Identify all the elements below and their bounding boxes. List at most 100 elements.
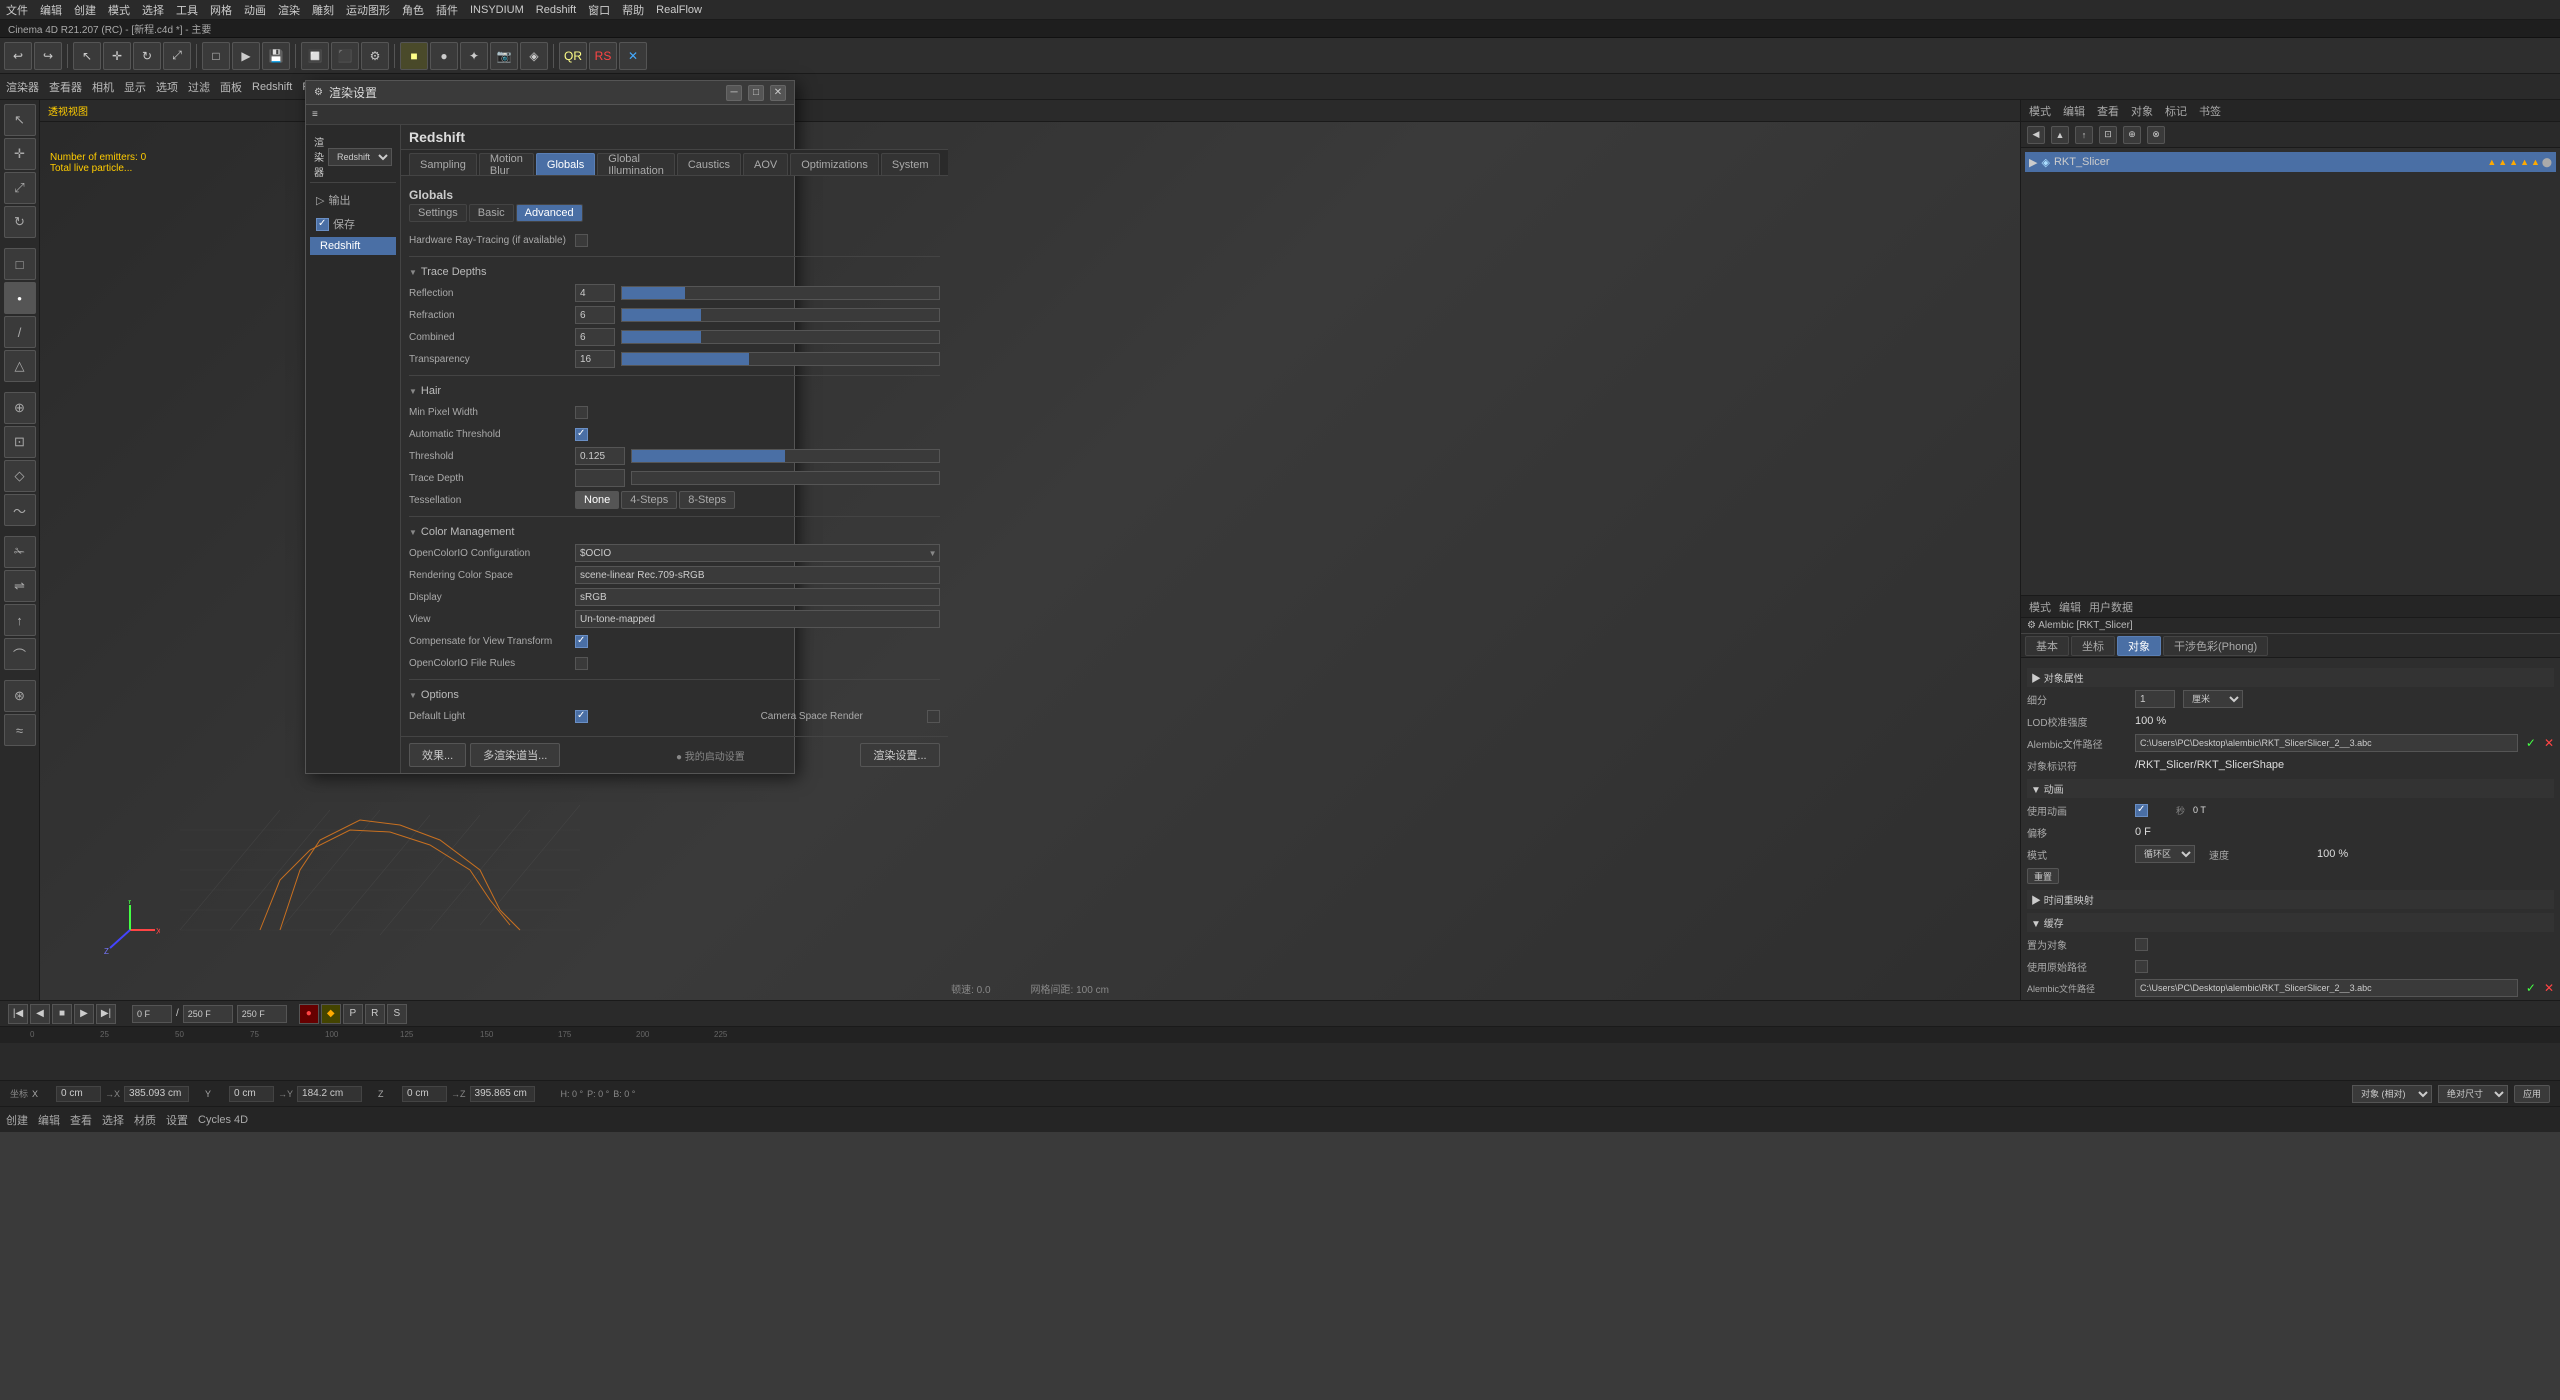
select-btn[interactable]: ↖	[73, 42, 101, 70]
transparency-input[interactable]	[575, 350, 615, 368]
obj-tab-basic[interactable]: 基本	[2025, 636, 2069, 656]
menu-mesh[interactable]: 网格	[210, 2, 232, 18]
refraction-input[interactable]	[575, 306, 615, 324]
prop-subdiv-unit[interactable]: 厘米	[2183, 690, 2243, 708]
pos-key-btn[interactable]: P	[343, 1004, 363, 1024]
reflection-input[interactable]	[575, 284, 615, 302]
render-region-btn[interactable]: ⬛	[331, 42, 359, 70]
coord-mode-select[interactable]: 对象 (相对)	[2352, 1085, 2432, 1103]
scale-key-btn[interactable]: S	[387, 1004, 407, 1024]
sidebar-rect-select[interactable]: ⊡	[4, 426, 36, 458]
comp-view-checkbox[interactable]	[575, 635, 588, 648]
light-btn[interactable]: ✦	[460, 42, 488, 70]
bottom-tab-cycles[interactable]: Cycles 4D	[198, 1114, 248, 1126]
coord-x-abs[interactable]	[124, 1086, 189, 1102]
prop-abc-input[interactable]	[2135, 734, 2518, 752]
camera-btn[interactable]: 📷	[490, 42, 518, 70]
scale-btn[interactable]: ⤢	[163, 42, 191, 70]
prop-as-obj-checkbox[interactable]	[2135, 938, 2148, 951]
obj-section-animation[interactable]: ▼ 动画	[2027, 779, 2554, 798]
sec-renderer[interactable]: 渲染器	[6, 79, 39, 95]
prop-mode-select[interactable]: 循环区	[2135, 845, 2195, 863]
start-frame-input[interactable]	[132, 1005, 172, 1023]
render-btn[interactable]: 🔲	[301, 42, 329, 70]
prop-abc-confirm-icon[interactable]: ✓	[2526, 736, 2536, 750]
rot-key-btn[interactable]: R	[365, 1004, 385, 1024]
prop-reset-btn[interactable]: 重置	[2027, 868, 2059, 884]
sidebar-live-select[interactable]: ⊕	[4, 392, 36, 424]
menu-mode[interactable]: 模式	[108, 2, 130, 18]
obj-tab-object[interactable]: 对象	[2117, 636, 2161, 656]
hw-rt-checkbox[interactable]	[575, 234, 588, 247]
tess-none-btn[interactable]: None	[575, 491, 619, 509]
dlg-tab-aov[interactable]: AOV	[743, 153, 788, 175]
thresh-slider[interactable]	[631, 449, 940, 463]
coord-y-val[interactable]	[229, 1086, 274, 1102]
scene-item-rkt-slicer[interactable]: ▶ ◈ RKT_Slicer ▲ ▲ ▲ ▲ ▲ ⬤	[2025, 152, 2556, 172]
dialog-minimize-btn[interactable]: ─	[726, 85, 742, 101]
bottom-tab-select[interactable]: 选择	[102, 1112, 124, 1128]
menu-window[interactable]: 窗口	[588, 2, 610, 18]
sidebar-obj-mode[interactable]: □	[4, 248, 36, 280]
renderer-select[interactable]: Redshift	[328, 148, 392, 166]
menu-realflow[interactable]: RealFlow	[656, 4, 702, 16]
transparency-slider[interactable]	[621, 352, 940, 366]
open-btn[interactable]: ▶	[232, 42, 260, 70]
sidebar-magnet[interactable]: ⊛	[4, 680, 36, 712]
menu-render[interactable]: 渲染	[278, 2, 300, 18]
subtab-advanced[interactable]: Advanced	[516, 204, 583, 222]
dlg-sidebar-save[interactable]: 保存	[310, 213, 396, 235]
menu-create[interactable]: 创建	[74, 2, 96, 18]
prev-frame-btn[interactable]: |◀	[8, 1004, 28, 1024]
play-fwd-btn[interactable]: ▶	[74, 1004, 94, 1024]
obj-tab-coords[interactable]: 坐标	[2071, 636, 2115, 656]
rs-btn[interactable]: RS	[589, 42, 617, 70]
material-btn[interactable]: ◈	[520, 42, 548, 70]
render-settings-btn[interactable]: 渲染设置...	[860, 743, 939, 767]
sec-viewer[interactable]: 查看器	[49, 79, 82, 95]
sidebar-rotate[interactable]: ↻	[4, 206, 36, 238]
coord-y-abs[interactable]	[297, 1086, 362, 1102]
undo-btn[interactable]: ↩	[4, 42, 32, 70]
dlg-tab-sampling[interactable]: Sampling	[409, 153, 477, 175]
stop-btn[interactable]: ■	[52, 1004, 72, 1024]
coord-x-val[interactable]	[56, 1086, 101, 1102]
sidebar-bridge[interactable]: ⇌	[4, 570, 36, 602]
prop-abc-cancel-icon[interactable]: ✕	[2544, 736, 2554, 750]
sidebar-bevel[interactable]: ⌒	[4, 638, 36, 670]
effects-btn[interactable]: 效果...	[409, 743, 466, 767]
prop-use-anim-checkbox[interactable]	[2135, 804, 2148, 817]
scene-nav4[interactable]: ⊗	[2147, 126, 2165, 144]
thresh-input[interactable]	[575, 447, 625, 465]
new-scene-btn[interactable]: □	[202, 42, 230, 70]
tess-4steps-btn[interactable]: 4-Steps	[621, 491, 677, 509]
current-frame-input[interactable]	[237, 1005, 287, 1023]
menu-character[interactable]: 角色	[402, 2, 424, 18]
sec-filter[interactable]: 过滤	[188, 79, 210, 95]
ocio-rules-checkbox[interactable]	[575, 657, 588, 670]
bottom-tab-material[interactable]: 材质	[134, 1112, 156, 1128]
move-btn[interactable]: ✛	[103, 42, 131, 70]
prop-abc2-confirm-icon[interactable]: ✓	[2526, 981, 2536, 995]
menu-file[interactable]: 文件	[6, 2, 28, 18]
sidebar-pointer[interactable]: ↖	[4, 104, 36, 136]
sec-redshift[interactable]: Redshift	[252, 81, 292, 93]
prop-abc2-input[interactable]	[2135, 979, 2518, 997]
menu-redshift[interactable]: Redshift	[536, 4, 576, 16]
scene-nav3[interactable]: ⊕	[2123, 126, 2141, 144]
coords-apply-btn[interactable]: 应用	[2514, 1085, 2550, 1103]
scene-back-btn[interactable]: ◀	[2027, 126, 2045, 144]
trace-depths-header[interactable]: Trace Depths	[409, 263, 940, 281]
dlg-tab-caustics[interactable]: Caustics	[677, 153, 741, 175]
display-value[interactable]: sRGB	[575, 588, 940, 606]
view-value[interactable]: Un-tone-mapped	[575, 610, 940, 628]
dlg-tab-optimizations[interactable]: Optimizations	[790, 153, 879, 175]
bottom-tab-create[interactable]: 创建	[6, 1112, 28, 1128]
sidebar-edge-mode[interactable]: /	[4, 316, 36, 348]
bottom-tab-view[interactable]: 查看	[70, 1112, 92, 1128]
redo-btn[interactable]: ↪	[34, 42, 62, 70]
options-header[interactable]: Options	[409, 686, 940, 704]
reflection-slider[interactable]	[621, 286, 940, 300]
ocio-config-value[interactable]: $OCIO ▼	[575, 544, 940, 562]
default-light-checkbox[interactable]	[575, 710, 588, 723]
